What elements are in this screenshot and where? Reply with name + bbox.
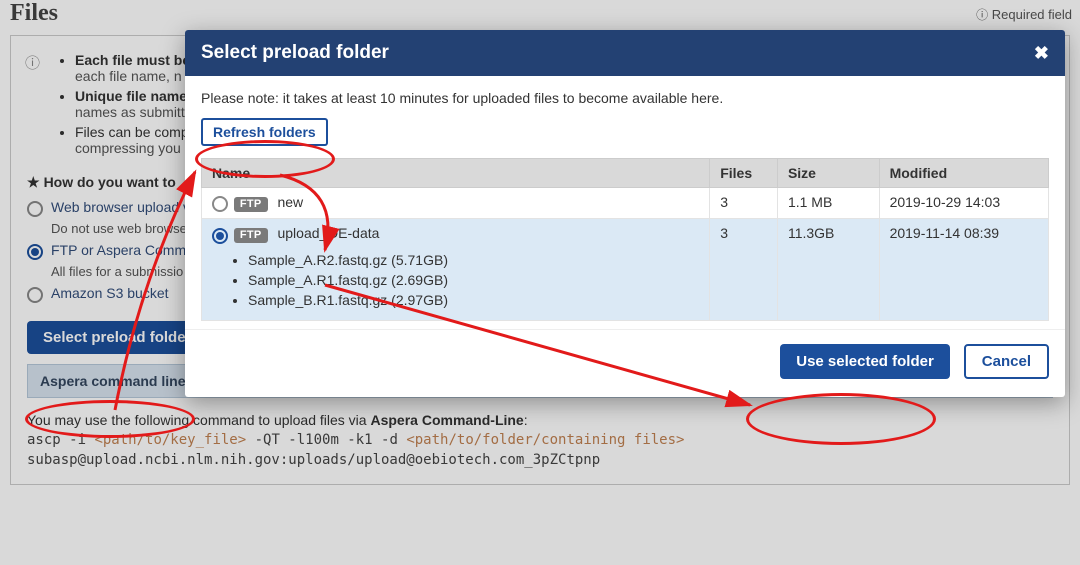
folder-modified: 2019-11-14 08:39 (879, 219, 1048, 320)
ftp-badge: FTP (234, 228, 268, 243)
use-selected-folder-button[interactable]: Use selected folder (780, 344, 950, 379)
folder-size: 1.1 MB (777, 188, 879, 219)
close-icon[interactable]: ✖ (1034, 43, 1049, 64)
cancel-button[interactable]: Cancel (964, 344, 1049, 379)
col-size: Size (777, 159, 879, 188)
ftp-badge: FTP (234, 197, 268, 212)
list-item: Sample_A.R2.fastq.gz (5.71GB) (248, 250, 699, 270)
folder-modified: 2019-10-29 14:03 (879, 188, 1048, 219)
folder-size: 11.3GB (777, 219, 879, 320)
modal-note: Please note: it takes at least 10 minute… (201, 90, 1049, 106)
col-name: Name (202, 159, 710, 188)
col-modified: Modified (879, 159, 1048, 188)
refresh-folders-button[interactable]: Refresh folders (201, 118, 328, 146)
row-radio[interactable] (212, 196, 228, 212)
list-item: Sample_B.R1.fastq.gz (2.97GB) (248, 290, 699, 310)
list-item: Sample_A.R1.fastq.gz (2.69GB) (248, 270, 699, 290)
row-radio[interactable] (212, 228, 228, 244)
folder-name: new (277, 194, 303, 210)
table-row[interactable]: FTP upload_OE-data Sample_A.R2.fastq.gz … (202, 219, 1049, 320)
folder-children: Sample_A.R2.fastq.gz (5.71GB) Sample_A.R… (248, 250, 699, 310)
folder-name: upload_OE-data (277, 225, 379, 241)
folders-table: Name Files Size Modified FTP new 3 1.1 M… (201, 158, 1049, 321)
folder-files: 3 (710, 219, 778, 320)
col-files: Files (710, 159, 778, 188)
select-preload-folder-modal: Select preload folder ✖ Please note: it … (185, 30, 1065, 397)
table-row[interactable]: FTP new 3 1.1 MB 2019-10-29 14:03 (202, 188, 1049, 219)
modal-title: Select preload folder (201, 42, 389, 64)
folder-files: 3 (710, 188, 778, 219)
